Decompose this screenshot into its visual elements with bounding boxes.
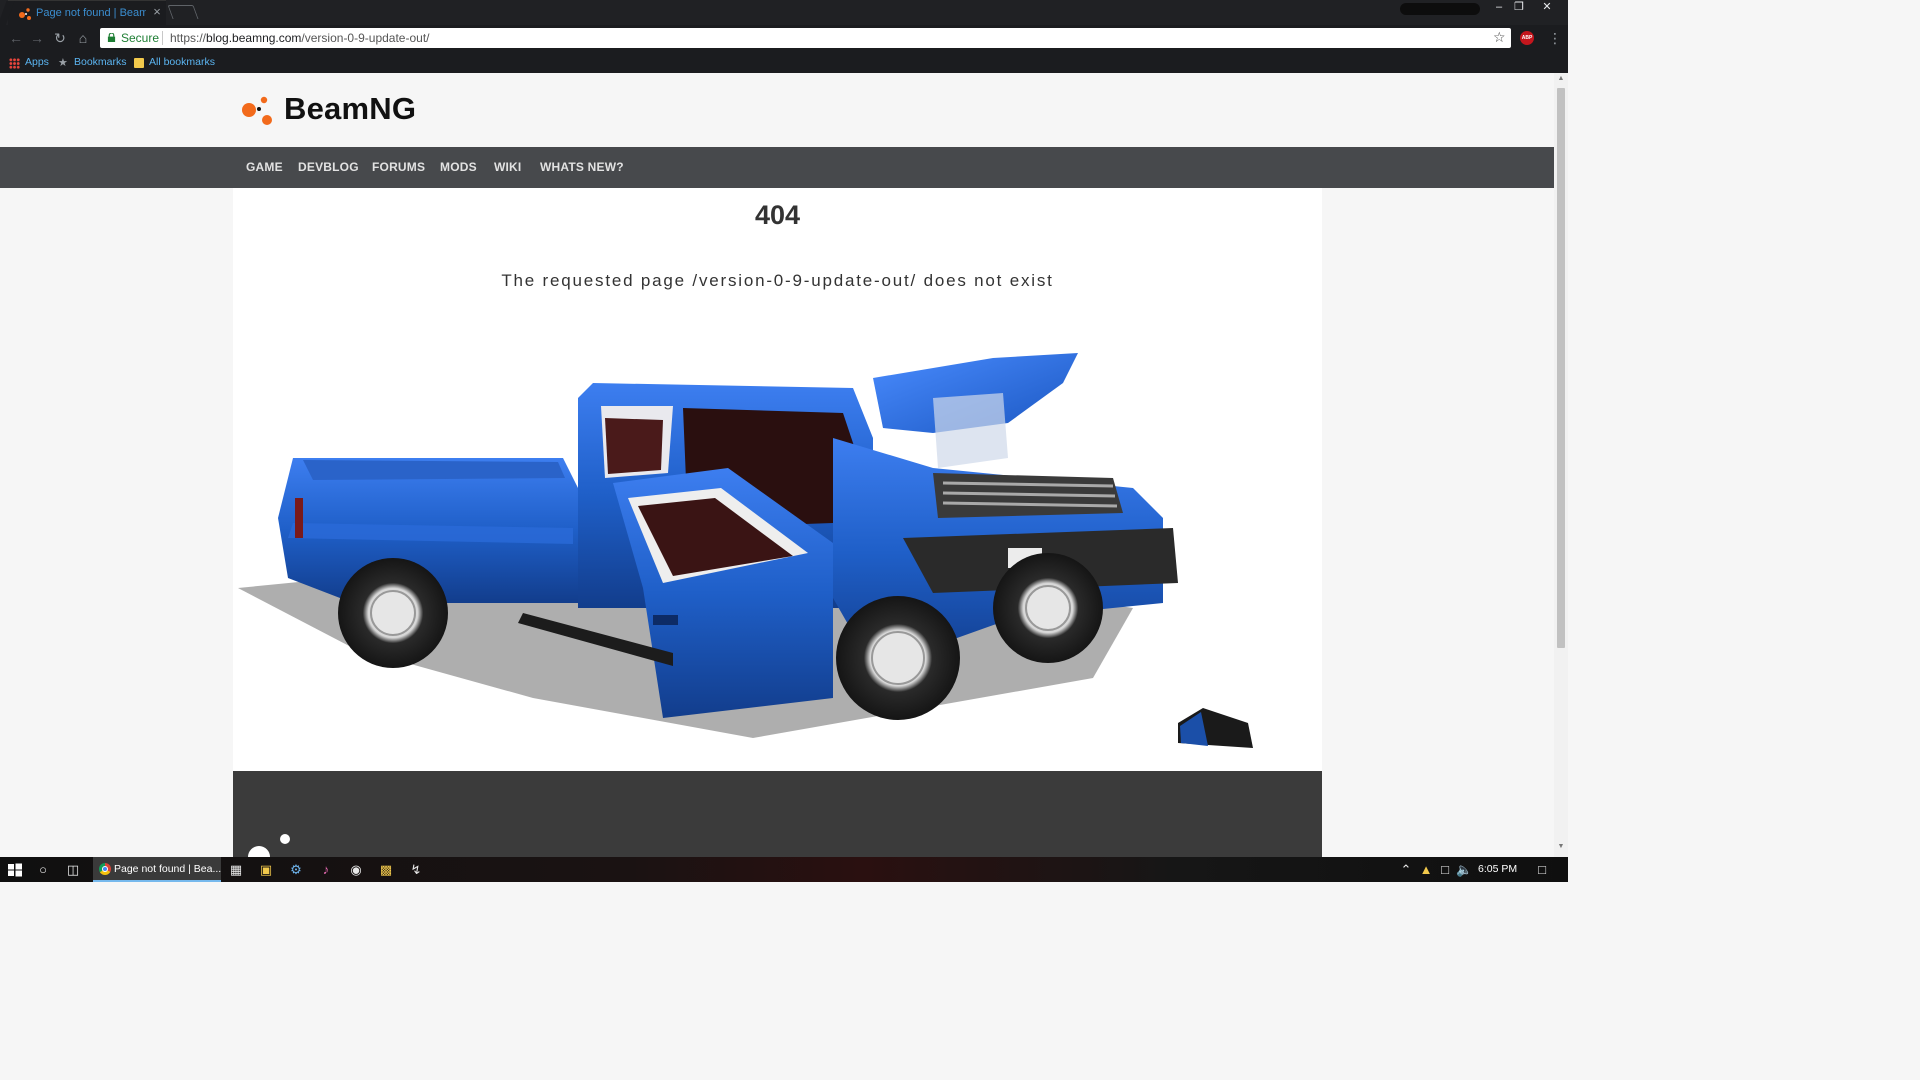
window-close-button[interactable]: ✕ <box>1536 0 1558 14</box>
itunes-icon[interactable]: ♪ <box>318 862 334 878</box>
nav-game[interactable]: GAME <box>246 160 283 174</box>
footer-logo-icon <box>248 834 290 857</box>
chrome-icon <box>99 863 111 875</box>
task-view-icon[interactable]: ◫ <box>65 862 81 878</box>
star-icon[interactable]: ☆ <box>1493 29 1506 46</box>
address-bar[interactable]: Secure https://blog.beamng.com/version-0… <box>100 28 1511 48</box>
windows-start-icon[interactable] <box>7 862 23 878</box>
tab-close-icon[interactable]: × <box>151 5 163 19</box>
bookmarks-bar: Apps ★ Bookmarks All bookmarks <box>0 53 1568 73</box>
nav-wiki[interactable]: WIKI <box>494 160 521 174</box>
taskbar-chrome-label: Page not found | Bea... <box>114 863 222 875</box>
url-scheme: https:// <box>170 31 207 45</box>
volume-icon[interactable]: 🔈 <box>1456 862 1472 878</box>
beamng-favicon-icon <box>19 8 31 20</box>
adblock-icon[interactable]: ABP <box>1520 31 1534 45</box>
tab-title: Page not found | BeamN <box>36 7 146 19</box>
apps-grid-icon <box>9 58 20 69</box>
window-minimize-button[interactable]: – <box>1488 0 1510 14</box>
scroll-up-icon[interactable]: ▲ <box>1554 75 1568 85</box>
page-viewport: BeamNG GAME DEVBLOG FORUMS MODS WIKI WHA… <box>0 73 1554 857</box>
site-footer <box>233 771 1322 857</box>
bookmark-all-bookmarks[interactable]: All bookmarks <box>149 56 215 68</box>
folder-icon <box>134 58 144 68</box>
window-restore-button[interactable]: ❐ <box>1508 0 1530 14</box>
error-message: The requested page /version-0-9-update-o… <box>501 271 1054 290</box>
taskbar-chrome-window[interactable]: Page not found | Bea... <box>93 857 221 882</box>
bookmark-bookmarks[interactable]: Bookmarks <box>74 56 127 68</box>
tab-page-not-found[interactable]: Page not found | BeamN × <box>8 0 166 25</box>
network-icon[interactable]: □ <box>1437 862 1453 878</box>
nav-mods[interactable]: MODS <box>440 160 477 174</box>
app-pin-icon[interactable]: ↯ <box>408 862 424 878</box>
browser-toolbar: ← → ↻ ⌂ Secure https://blog.beamng.com/v… <box>0 25 1568 53</box>
home-icon[interactable]: ⌂ <box>75 30 91 46</box>
url-path: /version-0-9-update-out/ <box>301 31 430 45</box>
omnibox-separator <box>162 31 163 45</box>
arrow-left-icon[interactable]: ← <box>8 30 24 46</box>
lock-icon <box>107 33 116 42</box>
app-eye-icon[interactable]: ◉ <box>348 862 364 878</box>
site-navbar: GAME DEVBLOG FORUMS MODS WIKI WHATS NEW? <box>0 147 1554 188</box>
google-drive-icon[interactable]: ▲ <box>1418 862 1434 878</box>
secure-label: Secure <box>121 31 160 45</box>
nav-whats-new[interactable]: WHATS NEW? <box>540 160 624 174</box>
reload-icon[interactable]: ↻ <box>52 30 68 46</box>
windows-taskbar: ○ ◫ Page not found | Bea... ▦ ▣ ⚙ ♪ ◉ ▩ … <box>0 857 1568 882</box>
bookmarks-star-icon: ★ <box>58 57 68 69</box>
url-host: blog.beamng.com <box>206 31 302 45</box>
steam-icon[interactable]: ⚙ <box>288 862 304 878</box>
store-icon[interactable]: ▦ <box>228 862 244 878</box>
nav-devblog[interactable]: DEVBLOG <box>298 160 359 174</box>
bookmark-apps[interactable]: Apps <box>25 56 49 68</box>
crashed-truck-image <box>238 353 1253 748</box>
url-text[interactable]: https://blog.beamng.com/version-0-9-upda… <box>170 31 430 45</box>
error-code: 404 <box>754 200 801 230</box>
file-explorer-icon[interactable]: ▣ <box>258 862 274 878</box>
scroll-down-icon[interactable]: ▼ <box>1554 843 1568 853</box>
browser-title-bar: Page not found | BeamN × – ❐ ✕ <box>0 0 1568 25</box>
arrow-right-icon[interactable]: → <box>29 30 45 46</box>
action-center-icon[interactable]: □ <box>1534 862 1550 878</box>
page-scrollbar[interactable]: ▲ ▼ <box>1554 73 1568 857</box>
kebab-menu-icon[interactable]: ⋮ <box>1548 30 1562 46</box>
site-logo-text[interactable]: BeamNG <box>284 91 416 127</box>
scroll-thumb[interactable] <box>1557 88 1565 648</box>
redacted-area <box>1400 3 1480 15</box>
nav-forums[interactable]: FORUMS <box>372 160 425 174</box>
beamng-logo-icon[interactable] <box>240 95 276 127</box>
cortana-search-icon[interactable]: ○ <box>35 862 51 878</box>
chevron-up-icon[interactable]: ⌃ <box>1398 862 1414 878</box>
error-content: 404 The requested page /version-0-9-upda… <box>233 188 1322 771</box>
taskbar-clock[interactable]: 6:05 PM <box>1478 863 1517 875</box>
terminal-icon[interactable]: ▩ <box>378 862 394 878</box>
site-header: BeamNG <box>0 73 1554 147</box>
new-tab-button[interactable] <box>167 5 199 19</box>
